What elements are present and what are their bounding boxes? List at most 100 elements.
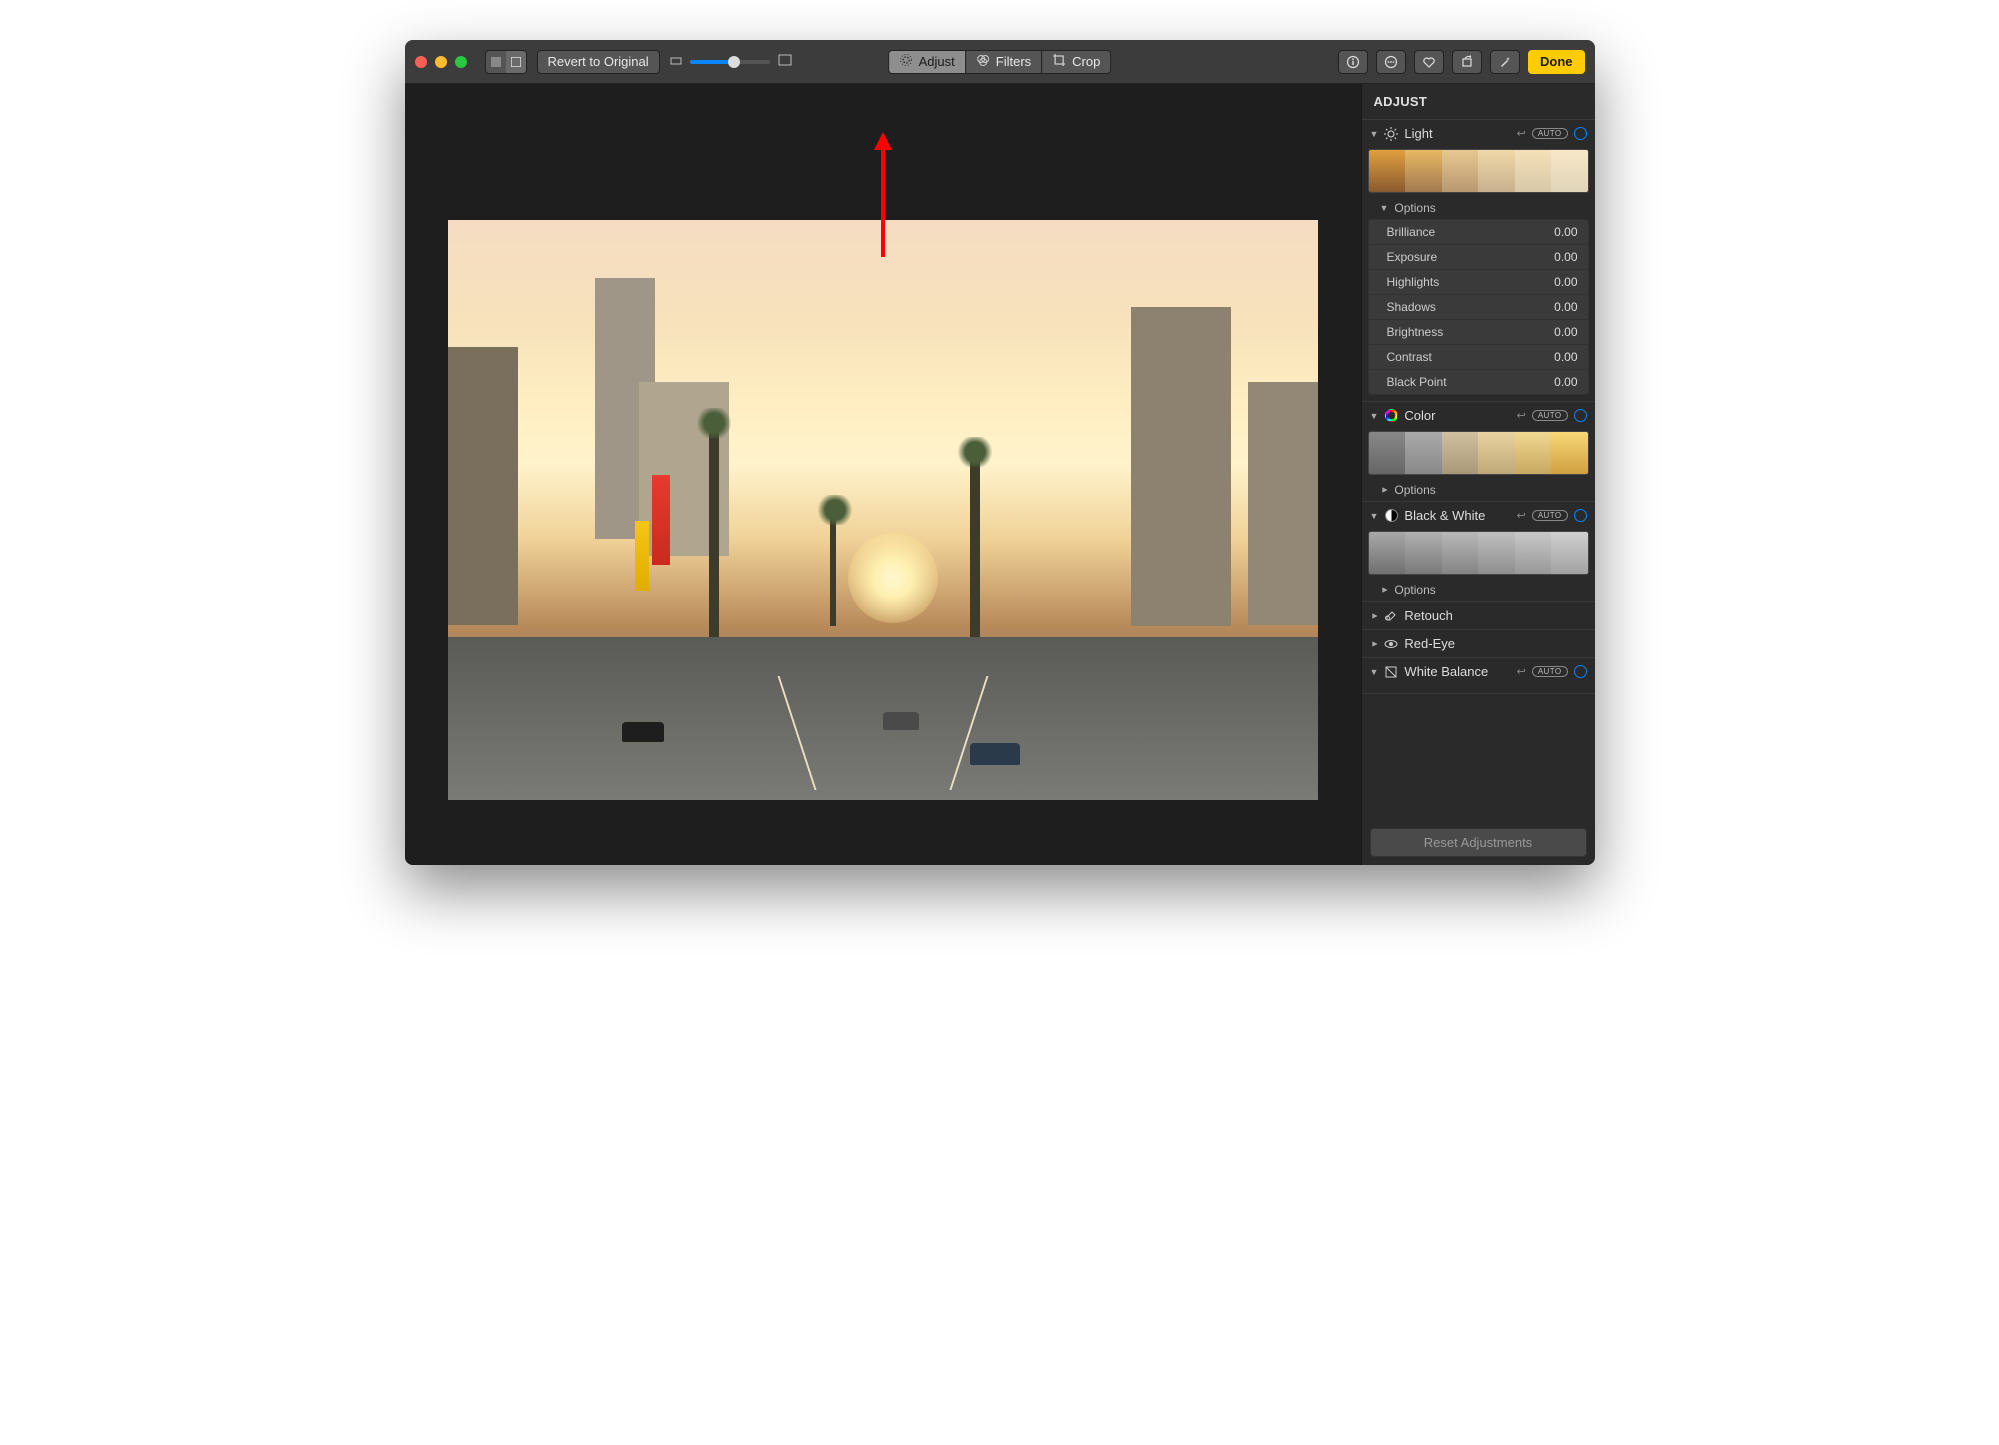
favorite-button[interactable] <box>1414 50 1444 74</box>
section-bw-actions: ↩ AUTO <box>1517 509 1587 522</box>
close-window-button[interactable] <box>415 56 427 68</box>
filters-icon <box>976 53 990 70</box>
options-label: Options <box>1394 583 1435 597</box>
auto-button[interactable]: AUTO <box>1532 510 1568 521</box>
adjust-sidebar: ADJUST ▼ Light ↩ AUTO ▼ <box>1361 84 1595 865</box>
auto-button[interactable]: AUTO <box>1532 666 1568 677</box>
enable-toggle[interactable] <box>1574 127 1587 140</box>
light-icon <box>1384 127 1398 141</box>
section-bw-header[interactable]: ▼ Black & White ↩ AUTO <box>1362 502 1595 529</box>
disclosure-icon: ▼ <box>1369 611 1379 620</box>
disclosure-icon: ▼ <box>1370 411 1379 421</box>
retouch-icon <box>1384 609 1398 623</box>
color-options-toggle[interactable]: ▼ Options <box>1362 479 1595 501</box>
slider-brilliance[interactable]: Brilliance0.00 <box>1369 220 1588 244</box>
color-preset-strip[interactable] <box>1368 431 1589 475</box>
adjust-icon <box>899 53 913 70</box>
undo-icon[interactable]: ↩ <box>1517 665 1526 678</box>
undo-icon[interactable]: ↩ <box>1517 409 1526 422</box>
section-light-actions: ↩ AUTO <box>1517 127 1587 140</box>
section-light: ▼ Light ↩ AUTO ▼ Options <box>1362 120 1595 402</box>
disclosure-icon: ▼ <box>1370 667 1379 677</box>
disclosure-icon: ▼ <box>1369 639 1379 648</box>
section-wb-actions: ↩ AUTO <box>1517 665 1587 678</box>
auto-button[interactable]: AUTO <box>1532 410 1568 421</box>
bw-preset-strip[interactable] <box>1368 531 1589 575</box>
section-light-header[interactable]: ▼ Light ↩ AUTO <box>1362 120 1595 147</box>
thumbnail-view-toggle[interactable] <box>485 50 527 74</box>
section-light-title: Light <box>1404 126 1510 141</box>
main-area: ADJUST ▼ Light ↩ AUTO ▼ <box>405 84 1595 865</box>
light-preset-strip[interactable] <box>1368 149 1589 193</box>
options-label: Options <box>1394 201 1435 215</box>
section-wb: ▼ White Balance ↩ AUTO <box>1362 658 1595 694</box>
image-canvas[interactable] <box>405 84 1361 865</box>
tab-adjust[interactable]: Adjust <box>888 50 965 74</box>
slider-highlights[interactable]: Highlights0.00 <box>1369 269 1588 294</box>
zoom-control <box>670 54 792 69</box>
sidebar-footer: Reset Adjustments <box>1362 820 1595 865</box>
enable-toggle[interactable] <box>1574 409 1587 422</box>
thumbnail-view-single[interactable] <box>506 51 526 73</box>
section-retouch-title: Retouch <box>1404 608 1586 623</box>
photos-edit-window: Revert to Original Adjust Filters Crop <box>405 40 1595 865</box>
undo-icon[interactable]: ↩ <box>1517 127 1526 140</box>
light-options-toggle[interactable]: ▼ Options <box>1362 197 1595 219</box>
section-color: ▼ Color ↩ AUTO ▼ Options <box>1362 402 1595 502</box>
section-color-header[interactable]: ▼ Color ↩ AUTO <box>1362 402 1595 429</box>
wb-icon <box>1384 665 1398 679</box>
tab-crop[interactable]: Crop <box>1041 50 1111 74</box>
tab-crop-label: Crop <box>1072 54 1100 69</box>
enable-toggle[interactable] <box>1574 509 1587 522</box>
revert-to-original-button[interactable]: Revert to Original <box>537 50 660 74</box>
tab-filters[interactable]: Filters <box>965 50 1041 74</box>
crop-icon <box>1052 53 1066 70</box>
disclosure-icon: ▼ <box>1379 486 1389 495</box>
enable-toggle[interactable] <box>1574 665 1587 678</box>
section-wb-title: White Balance <box>1404 664 1510 679</box>
right-toolbar: Done <box>1338 50 1585 74</box>
auto-button[interactable]: AUTO <box>1532 128 1568 139</box>
auto-enhance-button[interactable] <box>1490 50 1520 74</box>
zoom-in-icon <box>778 54 792 69</box>
thumbnail-view-grid[interactable] <box>486 51 506 73</box>
redeye-icon <box>1384 637 1398 651</box>
section-retouch: ▼ Retouch <box>1362 602 1595 630</box>
done-button[interactable]: Done <box>1528 50 1585 74</box>
titlebar: Revert to Original Adjust Filters Crop <box>405 40 1595 84</box>
section-color-actions: ↩ AUTO <box>1517 409 1587 422</box>
undo-icon[interactable]: ↩ <box>1517 509 1526 522</box>
disclosure-icon: ▼ <box>1380 203 1389 213</box>
section-color-title: Color <box>1404 408 1510 423</box>
zoom-slider[interactable] <box>690 60 770 64</box>
slider-brightness[interactable]: Brightness0.00 <box>1369 319 1588 344</box>
bw-options-toggle[interactable]: ▼ Options <box>1362 579 1595 601</box>
section-retouch-header[interactable]: ▼ Retouch <box>1362 602 1595 629</box>
more-button[interactable] <box>1376 50 1406 74</box>
window-controls <box>415 56 467 68</box>
maximize-window-button[interactable] <box>455 56 467 68</box>
reset-adjustments-button[interactable]: Reset Adjustments <box>1370 828 1587 857</box>
edited-photo <box>448 220 1318 800</box>
options-label: Options <box>1394 483 1435 497</box>
disclosure-icon: ▼ <box>1379 586 1389 595</box>
section-bw: ▼ Black & White ↩ AUTO ▼ Options <box>1362 502 1595 602</box>
info-button[interactable] <box>1338 50 1368 74</box>
slider-exposure[interactable]: Exposure0.00 <box>1369 244 1588 269</box>
tab-adjust-label: Adjust <box>919 54 955 69</box>
section-redeye-title: Red-Eye <box>1404 636 1586 651</box>
slider-black-point[interactable]: Black Point0.00 <box>1369 369 1588 394</box>
section-redeye-header[interactable]: ▼ Red-Eye <box>1362 630 1595 657</box>
slider-shadows[interactable]: Shadows0.00 <box>1369 294 1588 319</box>
sidebar-title: ADJUST <box>1362 84 1595 120</box>
section-wb-header[interactable]: ▼ White Balance ↩ AUTO <box>1362 658 1595 685</box>
minimize-window-button[interactable] <box>435 56 447 68</box>
zoom-out-icon <box>670 54 682 69</box>
light-sliders: Brilliance0.00 Exposure0.00 Highlights0.… <box>1368 219 1589 395</box>
edit-mode-tabs: Adjust Filters Crop <box>888 50 1112 74</box>
disclosure-icon: ▼ <box>1370 129 1379 139</box>
rotate-button[interactable] <box>1452 50 1482 74</box>
bw-icon <box>1384 509 1398 523</box>
slider-contrast[interactable]: Contrast0.00 <box>1369 344 1588 369</box>
section-bw-title: Black & White <box>1404 508 1510 523</box>
